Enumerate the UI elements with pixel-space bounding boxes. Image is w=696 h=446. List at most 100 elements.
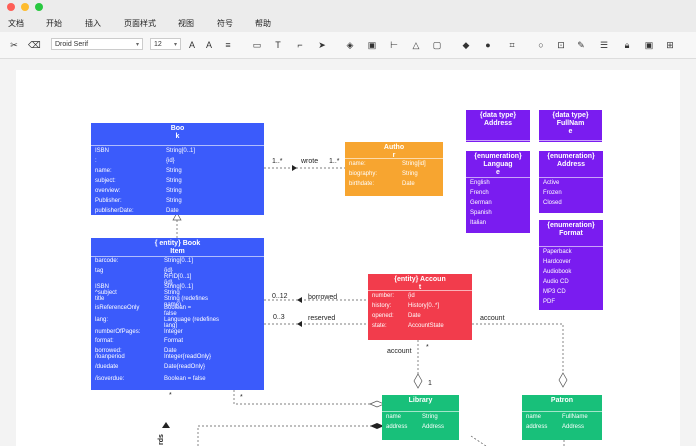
attribute-type: Integer <box>164 329 183 335</box>
class-account[interactable]: {entity} Accoun t number: {id history: Histo… <box>368 274 472 340</box>
multiplicity-label: * <box>240 394 243 401</box>
menu-help[interactable]: 帮助 <box>255 18 271 29</box>
attribute-name: /isoverdue: <box>95 376 125 382</box>
font-family-select[interactable]: Droid Serif ▾ <box>51 38 143 50</box>
attribute-name: /duedate <box>95 364 119 370</box>
attribute-name: name <box>386 414 402 420</box>
font-grow-icon[interactable]: A <box>186 39 198 51</box>
menu-page-style[interactable]: 页面样式 <box>124 18 156 29</box>
menu-start[interactable]: 开始 <box>46 18 62 29</box>
attribute-name: birthdate: <box>349 181 375 187</box>
class-enum-language[interactable]: {enumeration} Languag e English French Germ… <box>466 151 530 233</box>
menu-insert[interactable]: 插入 <box>85 18 101 29</box>
menu-view[interactable]: 视图 <box>178 18 194 29</box>
format-painter-icon[interactable]: ⌫ <box>28 39 41 51</box>
attribute-type: Language (redefines lang) <box>164 317 220 329</box>
account-label: account <box>480 315 505 322</box>
class-dt-fullname[interactable]: {data type} FullNam e <box>539 110 602 142</box>
attribute-type: String <box>166 178 182 184</box>
search-icon[interactable]: ○ <box>535 39 547 51</box>
class-dt-address[interactable]: {data type} Address <box>466 110 530 142</box>
attribute-type: Format <box>164 338 184 344</box>
attribute-type: Date Integer{readOnly} <box>164 348 212 360</box>
rotated-label: rds <box>157 434 165 445</box>
line-style-icon[interactable]: ☰ <box>598 39 610 51</box>
class-book[interactable]: Boo k ISBN String[0..1]: {id} name: String sub… <box>91 123 264 215</box>
attribute-name: name <box>526 414 542 420</box>
attribute-name: ISBN ^subject <box>95 284 117 296</box>
line-color-icon[interactable]: ✎ <box>575 39 587 51</box>
class-enum-address[interactable]: {enumeration} Address Active Frozen Closed <box>539 151 603 213</box>
class-title: {entity} Accoun t <box>368 274 472 291</box>
multiplicity-label: 1..* <box>272 158 283 165</box>
multiplicity-label: 1 <box>428 380 432 387</box>
close-window-button[interactable] <box>7 3 15 11</box>
image-icon[interactable]: ▢ <box>431 39 443 51</box>
class-title: {enumeration} Languag e <box>466 151 530 178</box>
toolbar: ✂ ⌫ Droid Serif ▾ 12 ▾ A A ≡ ▭ T ⌐ ➤ ◈ ▣ ⊢… <box>0 32 696 59</box>
group-icon[interactable]: ▣ <box>366 39 378 51</box>
text-icon[interactable]: T <box>272 39 284 51</box>
class-title: Patron <box>522 395 602 412</box>
flip-icon[interactable]: △ <box>410 39 422 51</box>
attribute-type: String <box>422 414 438 420</box>
attribute-name: Audio CD <box>543 279 569 285</box>
attribute-type: String[id] <box>402 161 426 167</box>
cut-icon[interactable]: ✂ <box>8 39 20 51</box>
class-bookitem[interactable]: { entity} Book Item barcode: String[0..1] t… <box>91 238 264 390</box>
attribute-name: English <box>470 180 490 186</box>
attribute-type: FullName <box>562 414 588 420</box>
attribute-name: number: <box>372 293 395 299</box>
attribute-type: History[0..*] <box>408 303 440 309</box>
attribute-name: lang: <box>95 317 109 323</box>
wrote-label: wrote <box>301 158 319 165</box>
connector-icon[interactable]: ⌐ <box>294 39 306 51</box>
multiplicity-label: 1..* <box>329 158 340 165</box>
zoom-icon[interactable]: ⊡ <box>555 39 567 51</box>
attribute-name: Closed <box>543 200 562 206</box>
attribute-type: String <box>166 188 182 194</box>
class-enum-format[interactable]: {enumeration} Format Paperback Hardcover Au… <box>539 220 603 310</box>
menu-symbol[interactable]: 符号 <box>217 18 233 29</box>
attribute-type: Address <box>562 424 585 430</box>
attribute-name: German <box>470 200 492 206</box>
frame-icon[interactable]: ▣ <box>643 39 655 51</box>
diagram-canvas[interactable]: 1..* wrote 1..* 0..12 borrowed 0..3 rese… <box>16 70 680 446</box>
rectangle-icon[interactable]: ▭ <box>251 39 263 51</box>
shape-style-icon[interactable]: ● <box>482 39 494 51</box>
attribute-name: name: <box>95 168 112 174</box>
menu-file[interactable]: 文档 <box>8 18 24 29</box>
font-shrink-icon[interactable]: A <box>203 39 215 51</box>
crop-icon[interactable]: ⌗ <box>506 39 518 51</box>
attribute-name: MP3 CD <box>543 289 566 295</box>
attribute-name: address <box>526 424 548 430</box>
fill-color-icon[interactable]: ◆ <box>460 39 472 51</box>
attribute-type: Address <box>422 424 445 430</box>
attribute-name: Audiobook <box>543 269 572 275</box>
multiplicity-label: 0..3 <box>273 314 285 321</box>
class-title: {enumeration} Address <box>539 151 603 178</box>
attribute-name: Publisher: <box>95 198 122 204</box>
zoom-window-button[interactable] <box>35 3 43 11</box>
class-title: {data type} FullNam e <box>539 110 602 141</box>
class-author[interactable]: Autho r name: String[id] biography: String bi… <box>345 142 443 196</box>
attribute-type: String <box>166 168 182 174</box>
class-patron[interactable]: Patron name FullName address Address <box>522 395 602 440</box>
minimize-window-button[interactable] <box>21 3 29 11</box>
align-left-icon[interactable]: ⊢ <box>388 39 400 51</box>
layers-icon[interactable]: ◈ <box>344 39 356 51</box>
attribute-name: publisherDate: <box>95 208 134 214</box>
class-library[interactable]: Library name String address Address <box>382 395 459 440</box>
attribute-type: {id} <box>166 158 175 164</box>
class-title: {enumeration} Format <box>539 220 603 247</box>
align-icon[interactable]: ≡ <box>222 39 234 51</box>
lock-icon[interactable]: 🔒︎ <box>621 39 633 51</box>
pointer-icon[interactable]: ➤ <box>316 39 328 51</box>
font-size-select[interactable]: 12 ▾ <box>150 38 181 50</box>
attribute-type: String[0..1] String <box>164 284 194 296</box>
attribute-name: opened: <box>372 313 394 319</box>
attribute-name: subject: <box>95 178 116 184</box>
more-icon[interactable]: ⊞ <box>664 39 676 51</box>
attribute-name: title <box>95 296 105 302</box>
title-bar <box>0 0 696 14</box>
